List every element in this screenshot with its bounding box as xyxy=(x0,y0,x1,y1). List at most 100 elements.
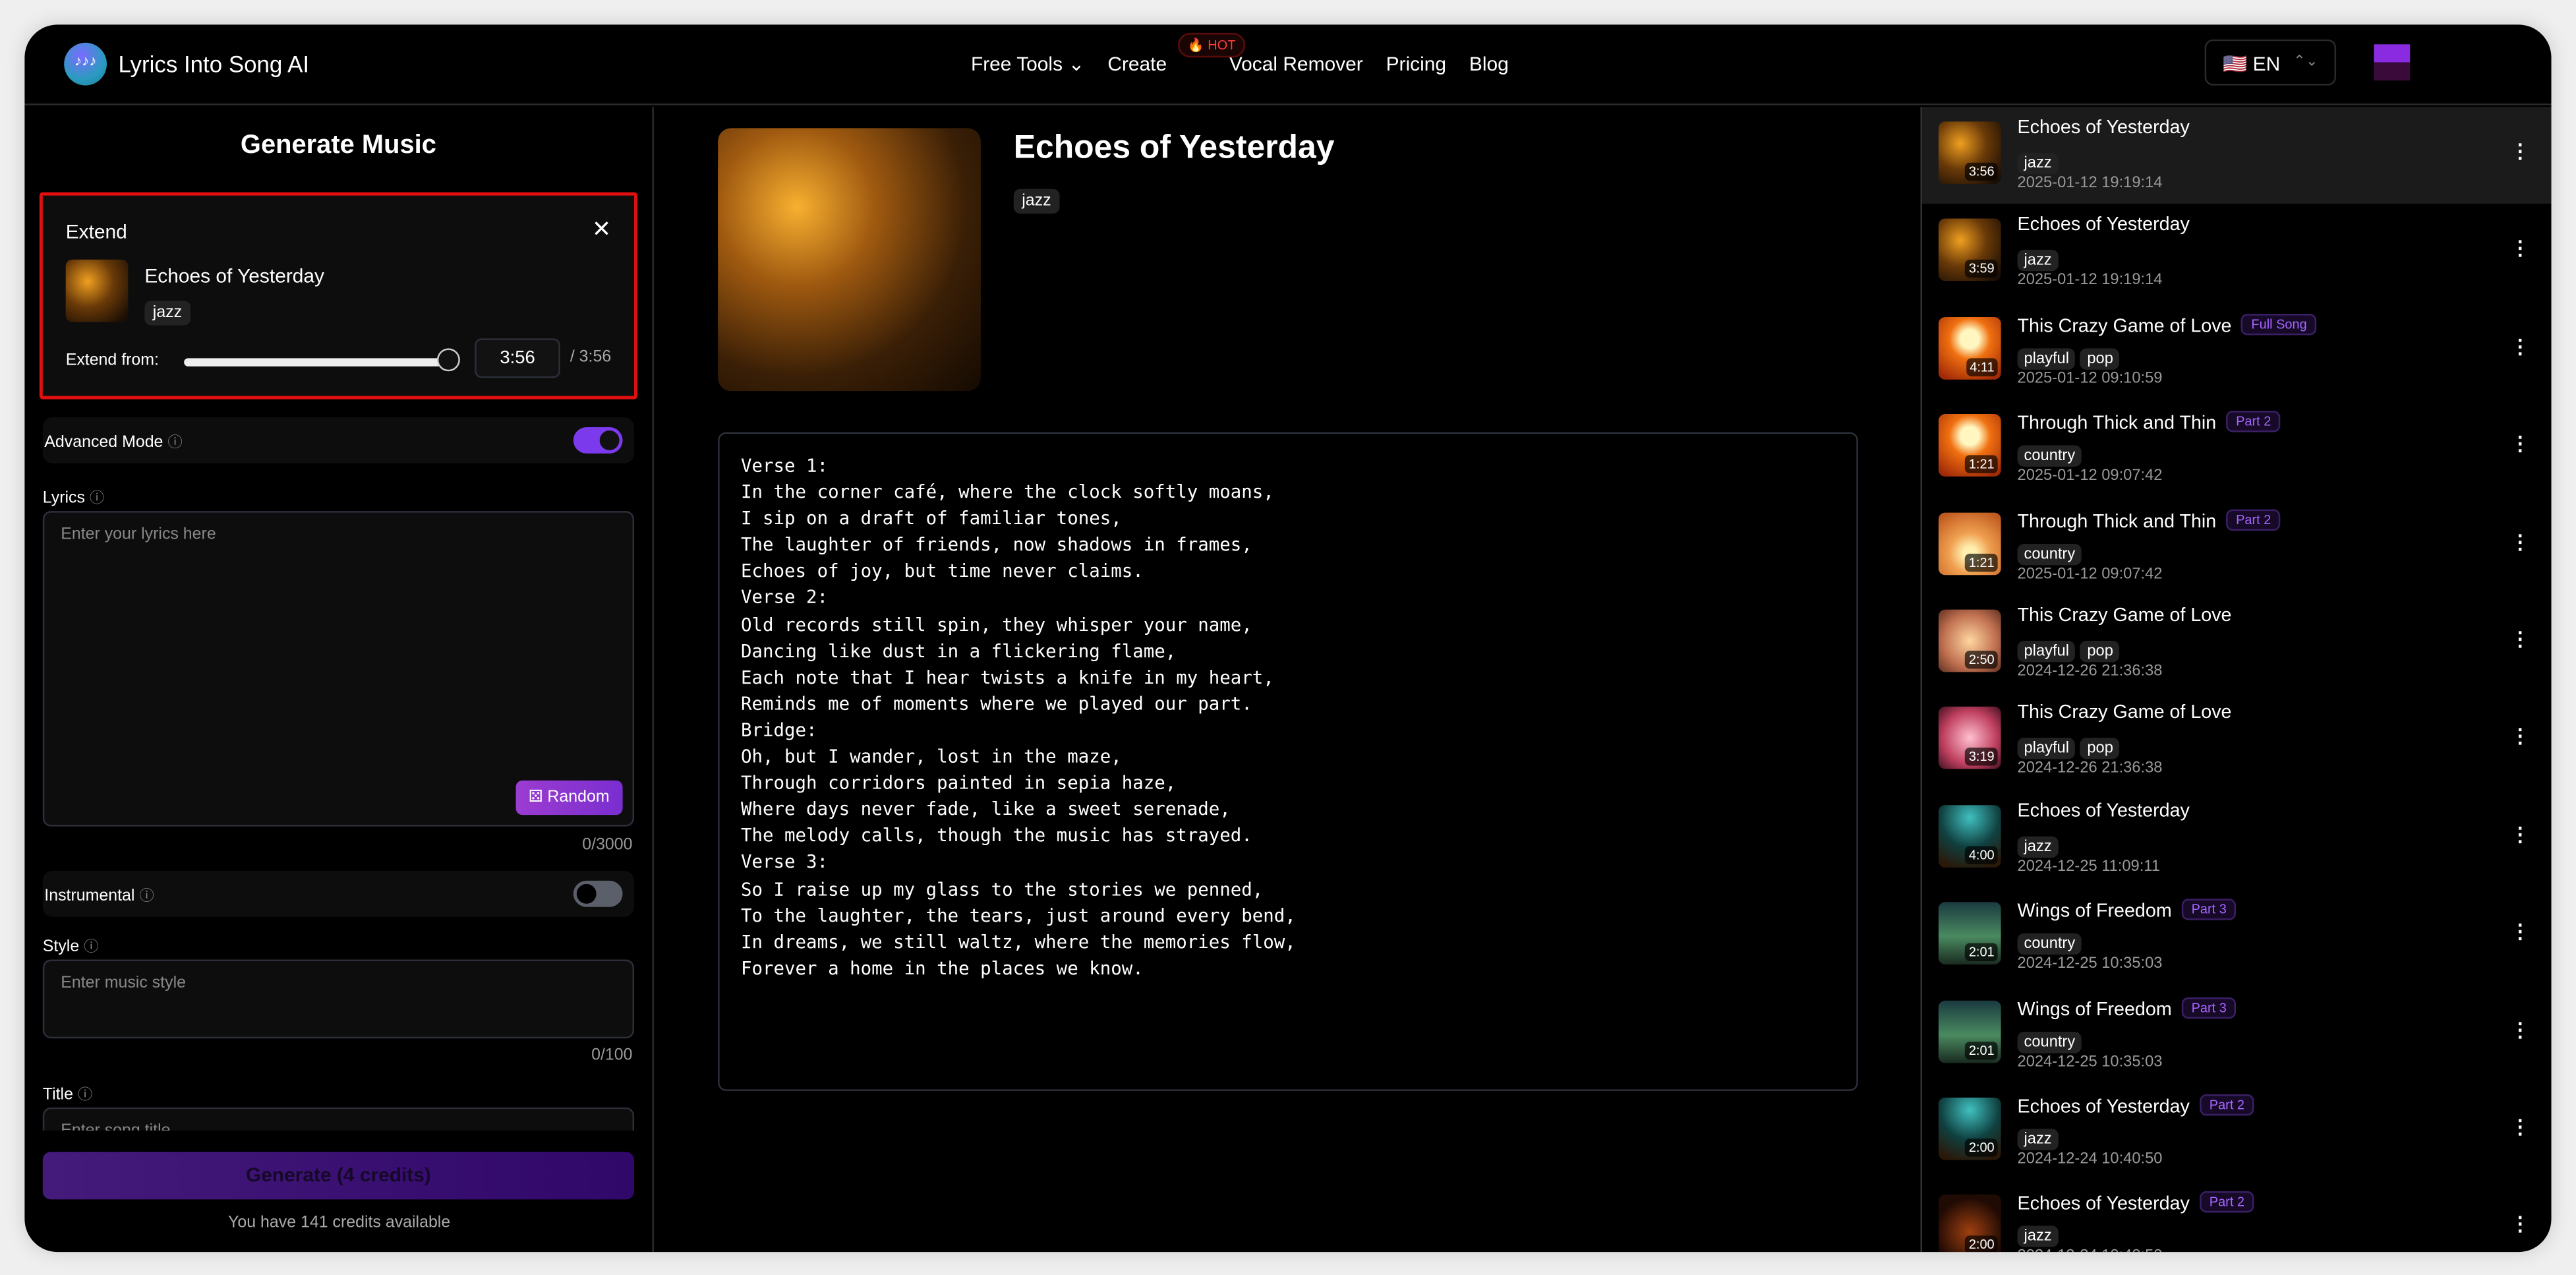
song-detail: Echoes of Yesterday jazz Verse 1: In the… xyxy=(655,107,1920,1252)
part-badge: Full Song xyxy=(2241,313,2317,335)
more-options-icon[interactable]: ⋮ xyxy=(2510,140,2530,163)
song-list-item[interactable]: 2:01 Wings of Freedom Part 3 country 2024… xyxy=(1922,887,2552,985)
song-title: Echoes of Yesterday xyxy=(2017,1097,2190,1117)
panel-title: Generate Music xyxy=(240,131,436,160)
genre-tag: pop xyxy=(2080,640,2120,663)
genre-tag: jazz xyxy=(2017,1129,2059,1150)
avatar[interactable] xyxy=(2374,44,2411,81)
nav-vocal-remover[interactable]: Vocal Remover xyxy=(1229,53,1363,76)
song-list-item[interactable]: 2:50 This Crazy Game of Love playful pop … xyxy=(1922,595,2552,692)
song-thumbnail: 3:59 xyxy=(1938,219,2001,282)
extend-title: Extend xyxy=(65,220,127,243)
song-list-item[interactable]: 2:00 Echoes of Yesterday Part 2 jazz 2024… xyxy=(1922,1180,2552,1253)
title-input[interactable]: Enter song title xyxy=(42,1107,635,1131)
info-icon[interactable]: ⓘ xyxy=(84,938,98,955)
lyrics-display: Verse 1: In the corner café, where the c… xyxy=(718,432,1858,1091)
created-date: 2024-12-25 11:09:11 xyxy=(2017,857,2160,875)
logo-icon[interactable]: ♪♪♪ xyxy=(64,42,107,86)
chevron-updown-icon: ⌃⌄ xyxy=(2293,52,2318,69)
more-options-icon[interactable]: ⋮ xyxy=(2510,1018,2530,1041)
app-window: ♪♪♪ Lyrics Into Song AI Free Tools ⌄ Cre… xyxy=(24,24,2552,1253)
song-list[interactable]: 3:56 Echoes of Yesterday jazz 2025-01-12… xyxy=(1920,106,2552,1253)
genre-tag: playful xyxy=(2017,738,2076,760)
more-options-icon[interactable]: ⋮ xyxy=(2510,530,2530,553)
genre-tag: country xyxy=(2017,1031,2082,1053)
extend-song-title: Echoes of Yesterday xyxy=(144,264,325,288)
genre-tag: jazz xyxy=(2017,1226,2059,1248)
genre-tag: jazz xyxy=(2017,836,2059,858)
created-date: 2025-01-12 19:19:14 xyxy=(2017,272,2163,290)
song-thumbnail xyxy=(65,259,129,322)
close-icon[interactable]: ✕ xyxy=(592,215,611,243)
language-select[interactable]: 🇺🇸 EN ⌃⌄ xyxy=(2204,39,2337,86)
song-list-item[interactable]: 2:00 Echoes of Yesterday Part 2 jazz 2024… xyxy=(1922,1082,2552,1180)
extend-time-input[interactable]: 3:56 xyxy=(475,338,560,378)
style-label: Style ⓘ xyxy=(42,938,99,957)
nav-free-tools[interactable]: Free Tools ⌄ xyxy=(971,53,1085,76)
more-options-icon[interactable]: ⋮ xyxy=(2510,628,2530,651)
song-list-item[interactable]: 2:01 Wings of Freedom Part 3 country 2024… xyxy=(1922,985,2552,1082)
more-options-icon[interactable]: ⋮ xyxy=(2510,1213,2530,1236)
info-icon[interactable]: ⓘ xyxy=(167,434,182,450)
song-thumbnail: 2:01 xyxy=(1938,902,2001,965)
slider-handle[interactable] xyxy=(436,348,460,372)
duration: 3:19 xyxy=(1965,748,1998,767)
instrumental-toggle[interactable] xyxy=(573,880,623,907)
song-thumbnail: 4:11 xyxy=(1938,316,2001,380)
lyrics-label: Lyrics ⓘ xyxy=(42,489,105,508)
instrumental-label: Instrumental xyxy=(44,887,135,906)
more-options-icon[interactable]: ⋮ xyxy=(2510,920,2530,943)
song-title: Wings of Freedom xyxy=(2017,999,2172,1020)
genre-tag: pop xyxy=(2080,738,2120,760)
advanced-mode-toggle[interactable] xyxy=(573,427,623,454)
genre-tag: jazz xyxy=(2017,250,2059,272)
brand-name[interactable]: Lyrics Into Song AI xyxy=(118,51,309,77)
more-options-icon[interactable]: ⋮ xyxy=(2510,1115,2530,1139)
song-list-item[interactable]: 3:59 Echoes of Yesterday jazz 2025-01-12… xyxy=(1922,204,2552,302)
style-count: 0/100 xyxy=(591,1046,633,1065)
song-list-item[interactable]: 1:21 Through Thick and Thin Part 2 countr… xyxy=(1922,400,2552,497)
part-badge: Part 2 xyxy=(2199,1094,2254,1116)
lyrics-input[interactable]: Enter your lyrics here ⚄ Random xyxy=(42,511,635,827)
more-options-icon[interactable]: ⋮ xyxy=(2510,237,2530,260)
duration: 3:56 xyxy=(1965,162,1998,181)
nav-pricing[interactable]: Pricing xyxy=(1386,53,1446,76)
created-date: 2024-12-26 21:36:38 xyxy=(2017,662,2163,680)
info-icon[interactable]: ⓘ xyxy=(139,887,154,904)
duration: 2:01 xyxy=(1965,943,1998,962)
song-thumbnail: 2:50 xyxy=(1938,609,2001,672)
info-icon[interactable]: ⓘ xyxy=(78,1086,92,1102)
song-title: This Crazy Game of Love xyxy=(2017,606,2232,626)
song-thumbnail: 4:00 xyxy=(1938,804,2001,868)
created-date: 2025-01-12 09:07:42 xyxy=(2017,564,2163,583)
generate-button[interactable]: Generate (4 credits) xyxy=(42,1152,635,1200)
song-list-item[interactable]: 3:56 Echoes of Yesterday jazz 2025-01-12… xyxy=(1921,106,2552,205)
style-input[interactable]: Enter music style xyxy=(42,959,635,1039)
more-options-icon[interactable]: ⋮ xyxy=(2510,432,2530,456)
more-options-icon[interactable]: ⋮ xyxy=(2510,335,2530,358)
song-list-item[interactable]: 4:00 Echoes of Yesterday jazz 2024-12-25… xyxy=(1922,790,2552,887)
info-icon[interactable]: ⓘ xyxy=(90,490,104,506)
song-list-item[interactable]: 4:11 This Crazy Game of Love Full Song pl… xyxy=(1922,302,2552,400)
more-options-icon[interactable]: ⋮ xyxy=(2510,823,2530,846)
nav-blog[interactable]: Blog xyxy=(1469,53,1509,76)
duration: 1:21 xyxy=(1965,552,1998,572)
song-list-item[interactable]: 1:21 Through Thick and Thin Part 2 countr… xyxy=(1922,497,2552,595)
duration: 1:21 xyxy=(1965,455,1998,474)
random-button[interactable]: ⚄ Random xyxy=(515,780,623,815)
genre-tag: pop xyxy=(2080,347,2120,370)
genre-tag: jazz xyxy=(144,301,190,326)
song-list-item[interactable]: 3:19 This Crazy Game of Love playful pop … xyxy=(1922,692,2552,790)
extend-slider[interactable] xyxy=(184,358,450,367)
song-title: This Crazy Game of Love xyxy=(2017,703,2232,724)
song-thumbnail: 2:00 xyxy=(1938,1097,2001,1160)
nav-create[interactable]: Create xyxy=(1107,53,1167,76)
song-thumbnail: 2:00 xyxy=(1938,1195,2001,1253)
more-options-icon[interactable]: ⋮ xyxy=(2510,725,2530,748)
created-date: 2024-12-24 10:40:50 xyxy=(2018,1248,2163,1253)
song-title: Echoes of Yesterday xyxy=(2017,216,2190,236)
part-badge: Part 3 xyxy=(2181,899,2237,921)
language-value: 🇺🇸 EN xyxy=(2223,52,2281,76)
duration: 4:11 xyxy=(1966,357,1998,376)
song-title: Through Thick and Thin xyxy=(2017,414,2217,434)
